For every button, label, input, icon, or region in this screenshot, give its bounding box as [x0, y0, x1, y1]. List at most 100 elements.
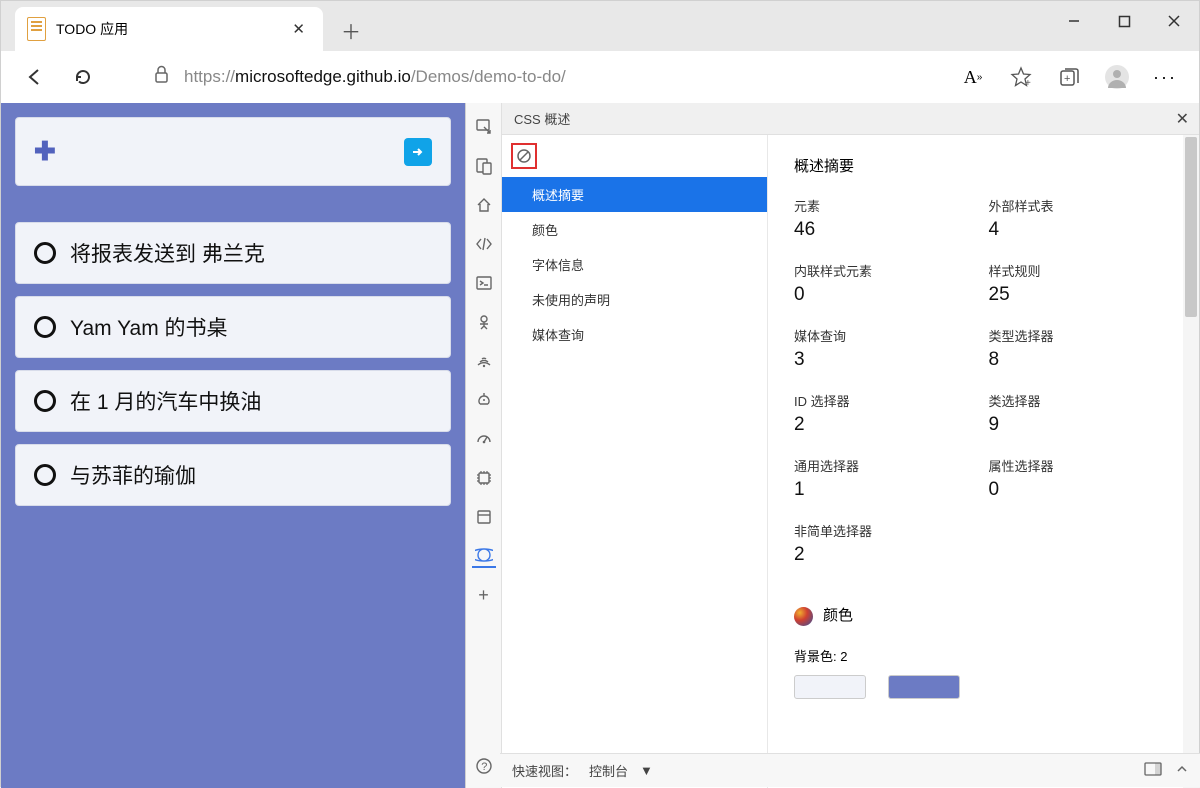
stat-value: 3	[794, 349, 979, 371]
todo-item[interactable]: 将报表发送到 弗兰克	[15, 222, 451, 284]
panel-close-button[interactable]: ✕	[1176, 109, 1189, 129]
devtools-activity-bar: + ?	[466, 103, 502, 788]
expand-icon[interactable]	[1176, 763, 1188, 778]
sources-icon[interactable]	[472, 310, 496, 334]
back-button[interactable]	[15, 57, 55, 97]
stat-value: 4	[989, 219, 1174, 241]
stat-label: ID 选择器	[794, 391, 979, 410]
todo-text: Yam Yam 的书桌	[70, 312, 228, 342]
svg-text:+: +	[1025, 78, 1031, 88]
tab-close-button[interactable]: ✕	[286, 18, 311, 40]
stat-value: 2	[794, 414, 979, 436]
add-icon: ✚	[34, 136, 56, 167]
scrollbar-thumb[interactable]	[1185, 137, 1197, 317]
address-bar[interactable]: https://microsoftedge.github.io/Demos/de…	[139, 58, 945, 96]
inspect-icon[interactable]	[472, 115, 496, 139]
stat-value: 0	[794, 284, 979, 306]
todo-item[interactable]: 与苏菲的瑜伽	[15, 444, 451, 506]
tab-favicon	[27, 17, 46, 41]
palette-icon	[794, 607, 813, 626]
stat-label: 外部样式表	[989, 196, 1174, 215]
read-aloud-button[interactable]: A»	[953, 57, 993, 97]
todo-checkbox[interactable]	[34, 316, 56, 338]
more-button[interactable]: ···	[1145, 57, 1185, 97]
help-icon[interactable]: ?	[472, 754, 496, 778]
url-text: https://microsoftedge.github.io/Demos/de…	[184, 67, 566, 87]
favorite-button[interactable]: +	[1001, 57, 1041, 97]
window-minimize-button[interactable]	[1049, 1, 1099, 41]
window-maximize-button[interactable]	[1099, 1, 1149, 41]
device-icon[interactable]	[472, 154, 496, 178]
performance-icon[interactable]	[472, 427, 496, 451]
collections-button[interactable]: +	[1049, 57, 1089, 97]
stat-label: 属性选择器	[989, 456, 1174, 475]
svg-text:+: +	[1064, 73, 1070, 85]
color-swatch[interactable]	[888, 675, 960, 699]
elements-icon[interactable]	[472, 232, 496, 256]
scrollbar[interactable]	[1183, 135, 1199, 788]
stat-block: 非简单选择器 2	[794, 521, 979, 566]
browser-tab[interactable]: TODO 应用 ✕	[15, 7, 323, 51]
stat-value: 46	[794, 219, 979, 241]
devtools-footer: 快速视图： 控制台 ▼	[500, 753, 1200, 787]
todo-checkbox[interactable]	[34, 242, 56, 264]
stat-value: 1	[794, 479, 979, 501]
stat-block: 样式规则25	[989, 261, 1174, 306]
css-overview-icon[interactable]	[472, 544, 496, 568]
quickview-value[interactable]: 控制台	[589, 761, 628, 780]
panel-header: CSS 概述 ✕	[502, 103, 1199, 135]
stat-label: 样式规则	[989, 261, 1174, 280]
site-lock-icon	[153, 65, 170, 90]
stat-label: 类型选择器	[989, 326, 1174, 345]
todo-text: 将报表发送到 弗兰克	[70, 238, 265, 268]
stat-block: 类选择器 9	[989, 391, 1174, 436]
profile-button[interactable]	[1097, 57, 1137, 97]
stat-label: 内联样式元素	[794, 261, 979, 280]
stat-block: 通用选择器1	[794, 456, 979, 501]
window-close-button[interactable]	[1149, 1, 1199, 41]
lighthouse-icon[interactable]	[472, 388, 496, 412]
bgcolor-label: 背景色: 2	[794, 646, 1173, 665]
more-tools-icon[interactable]: +	[472, 583, 496, 607]
stat-value: 2	[794, 544, 979, 566]
todo-item[interactable]: Yam Yam 的书桌	[15, 296, 451, 358]
css-overview-detail: 概述摘要 元素46外部样式表4内联样式元素0样式规则25媒体查询3类型选择器8I…	[768, 135, 1199, 788]
nav-summary[interactable]: 概述摘要	[502, 177, 767, 212]
todo-text: 在 1 月的汽车中换油	[70, 386, 261, 416]
stat-value: 9	[989, 414, 1174, 436]
colors-heading: 颜色	[794, 604, 1173, 626]
css-overview-nav: 概述摘要 颜色 字体信息 未使用的声明 媒体查询	[502, 135, 768, 788]
refresh-button[interactable]	[63, 57, 103, 97]
stat-label: 非简单选择器	[794, 521, 979, 540]
console-icon[interactable]	[472, 271, 496, 295]
clear-overview-button[interactable]	[511, 143, 537, 169]
nav-media[interactable]: 媒体查询	[502, 317, 767, 352]
color-swatch[interactable]	[794, 675, 866, 699]
stat-block: 类型选择器 8	[989, 326, 1174, 371]
summary-heading: 概述摘要	[794, 155, 1173, 176]
todo-checkbox[interactable]	[34, 464, 56, 486]
nav-unused[interactable]: 未使用的声明	[502, 282, 767, 317]
new-todo-card[interactable]: ✚	[15, 117, 451, 186]
panel-title: CSS 概述	[514, 109, 570, 128]
home-icon[interactable]	[472, 193, 496, 217]
svg-text:?: ?	[481, 761, 487, 773]
stat-block: 内联样式元素 0	[794, 261, 979, 306]
stat-label: 类选择器	[989, 391, 1174, 410]
stat-value: 8	[989, 349, 1174, 371]
network-icon[interactable]	[472, 349, 496, 373]
todo-text: 与苏菲的瑜伽	[70, 460, 196, 490]
todo-item[interactable]: 在 1 月的汽车中换油	[15, 370, 451, 432]
application-icon[interactable]	[472, 505, 496, 529]
stat-block: 属性选择器0	[989, 456, 1174, 501]
dropdown-icon[interactable]: ▼	[640, 763, 653, 778]
nav-fonts[interactable]: 字体信息	[502, 247, 767, 282]
stat-label: 媒体查询	[794, 326, 979, 345]
new-tab-button[interactable]: ＋	[341, 16, 361, 45]
memory-icon[interactable]	[472, 466, 496, 490]
dock-icon[interactable]	[1144, 762, 1162, 779]
todo-checkbox[interactable]	[34, 390, 56, 412]
submit-todo-button[interactable]	[404, 138, 432, 166]
stat-block: 媒体查询 3	[794, 326, 979, 371]
nav-colors[interactable]: 颜色	[502, 212, 767, 247]
